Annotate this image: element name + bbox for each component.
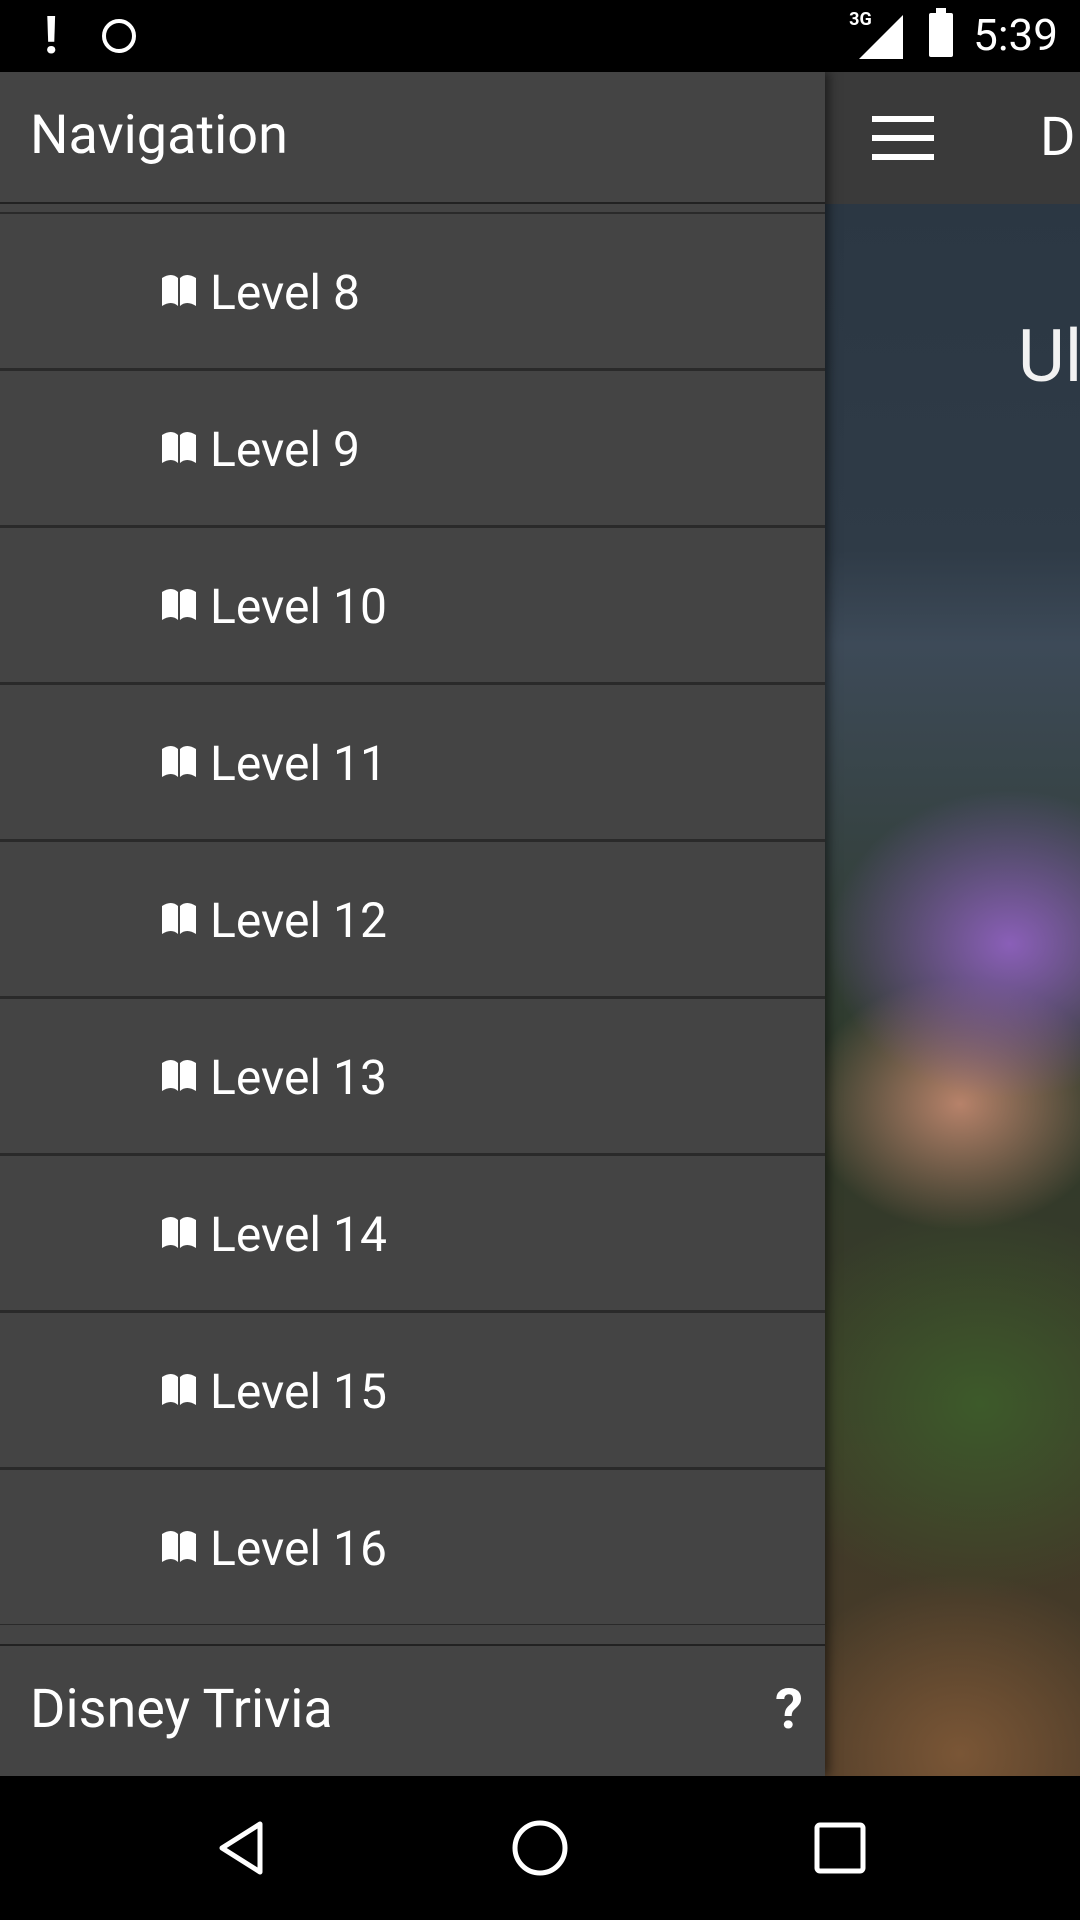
hamburger-icon[interactable] [872, 116, 934, 160]
drawer-footer: Disney Trivia ? [0, 1644, 825, 1776]
book-icon [162, 1531, 196, 1562]
book-icon [162, 1374, 196, 1405]
battery-icon [929, 8, 954, 57]
drawer-item[interactable]: Level 15 [0, 1311, 825, 1468]
hero-text: Ul [1018, 314, 1080, 399]
drawer-item[interactable]: Level 16 [0, 1468, 825, 1625]
drawer-item[interactable]: Level 10 [0, 526, 825, 683]
alert-icon: ! [44, 5, 59, 66]
drawer-item[interactable]: Level 12 [0, 840, 825, 997]
drawer-item[interactable]: Level 8 [0, 212, 825, 369]
drawer-header: Navigation [0, 72, 825, 204]
book-icon [162, 746, 196, 777]
drawer-item[interactable]: Level 14 [0, 1154, 825, 1311]
drawer-item-label: Level 11 [210, 735, 387, 792]
drawer-item-label: Level 8 [210, 264, 360, 321]
drawer-item-label: Level 16 [210, 1520, 387, 1577]
drawer-item[interactable]: Level 11 [0, 683, 825, 840]
status-bar: ! 3G 5:39 [0, 0, 1080, 72]
recents-button[interactable] [808, 1816, 872, 1880]
book-icon [162, 275, 196, 306]
drawer-item-label: Level 13 [210, 1049, 387, 1106]
drawer-list[interactable]: Level 8 Level 9 Level 10 Level 11 Level 12 Le… [0, 212, 825, 1625]
book-icon [162, 903, 196, 934]
help-icon[interactable]: ? [775, 1676, 803, 1742]
app-title: D [1040, 106, 1076, 169]
home-button[interactable] [508, 1816, 572, 1880]
drawer-item-label: Level 12 [210, 892, 387, 949]
status-time: 5:39 [973, 9, 1058, 61]
drawer-item-label: Level 15 [210, 1363, 387, 1420]
drawer-title: Navigation [30, 104, 288, 167]
drawer-item-label: Level 14 [210, 1206, 387, 1263]
system-nav-bar [0, 1776, 1080, 1920]
footer-title: Disney Trivia [30, 1678, 333, 1741]
navigation-drawer: Navigation Level 8 Level 9 Level 10 Level 1… [0, 72, 825, 1776]
book-icon [162, 1217, 196, 1248]
drawer-item[interactable]: Level 9 [0, 369, 825, 526]
book-icon [162, 589, 196, 620]
book-icon [162, 1060, 196, 1091]
drawer-item-label: Level 10 [210, 578, 387, 635]
disc-icon [102, 19, 137, 53]
drawer-item[interactable]: Level 13 [0, 997, 825, 1154]
drawer-item-label: Level 9 [210, 421, 360, 478]
back-button[interactable] [210, 1816, 274, 1880]
signal-icon: 3G [849, 9, 909, 59]
book-icon [162, 432, 196, 463]
